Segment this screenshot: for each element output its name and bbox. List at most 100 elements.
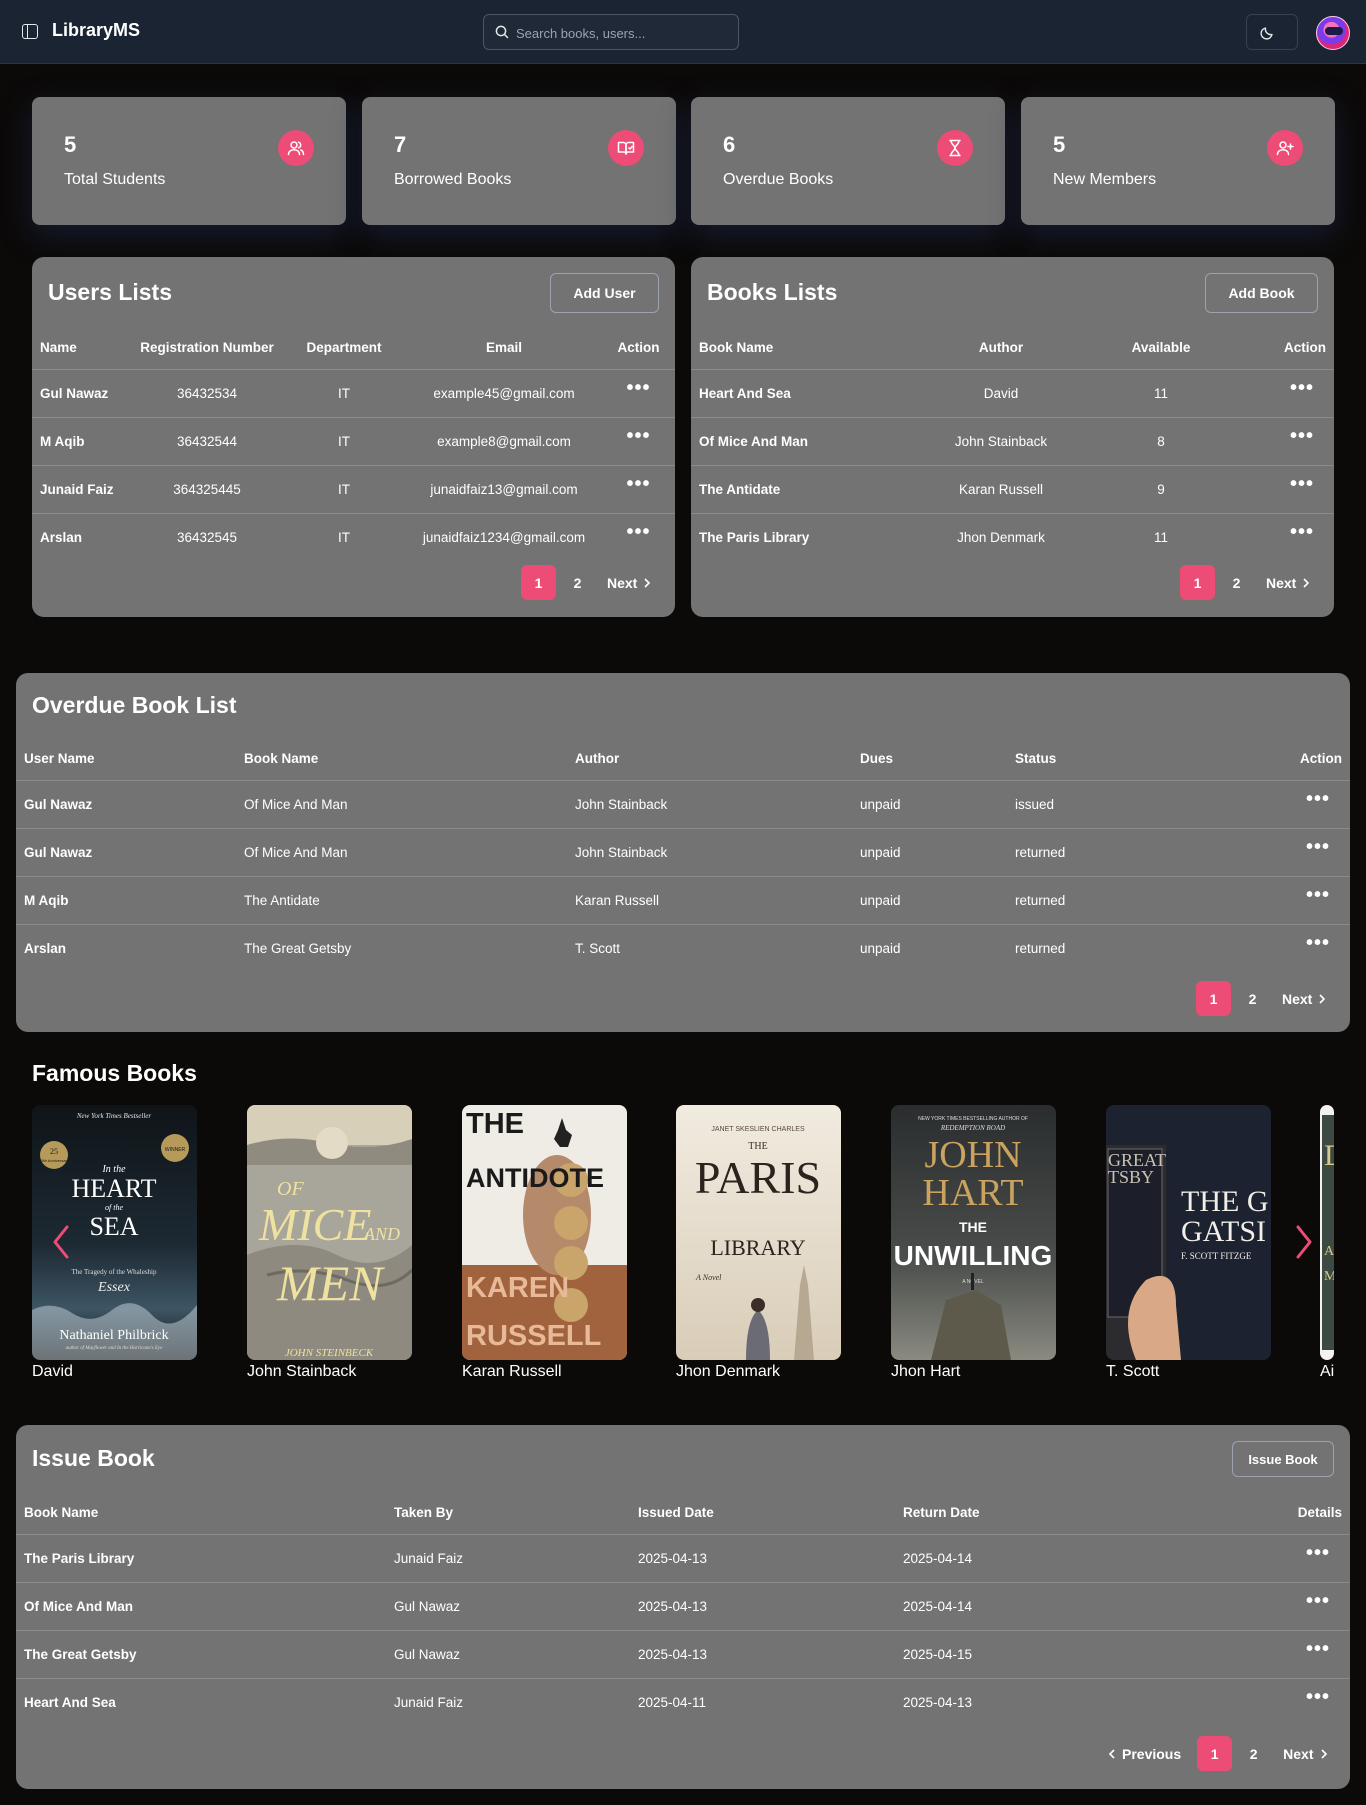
overdue-status: returned (1015, 828, 1215, 877)
more-actions-icon[interactable]: ••• (1290, 378, 1314, 398)
issue-book-name: The Great Getsby (16, 1630, 394, 1679)
overdue-dues: unpaid (860, 940, 901, 956)
cover-text: THE G (1181, 1185, 1268, 1218)
book-cover-of-mice-and-men[interactable]: OF MICE AND MEN JOHN STEINBECK (247, 1105, 412, 1360)
more-actions-icon[interactable]: ••• (1306, 837, 1330, 857)
table-row: Gul Nawaz 36432534 IT example45@gmail.co… (32, 369, 675, 418)
more-actions-icon[interactable]: ••• (1306, 933, 1330, 953)
issue-taken-by: Gul Nawaz (394, 1582, 638, 1631)
table-row: Arslan The Great Getsby T. Scott unpaid … (16, 924, 1350, 972)
next-page-button[interactable]: Next (1266, 575, 1310, 591)
column-header: Taken By (394, 1492, 638, 1535)
page-button[interactable]: 2 (1219, 565, 1254, 600)
page-button[interactable]: 1 (521, 565, 556, 600)
add-user-button[interactable]: Add User (550, 273, 659, 313)
overdue-user: Gul Nawaz (16, 828, 244, 877)
book-author: David (881, 369, 1121, 418)
user-dept: IT (282, 417, 406, 466)
cover-text: F. SCOTT FITZGE (1181, 1251, 1252, 1261)
cover-text: A Novel (695, 1273, 722, 1282)
users-list-panel: Users Lists Add User Name Registration N… (32, 257, 675, 617)
cover-text: HEART (71, 1174, 156, 1203)
table-row: Gul Nawaz Of Mice And Man John Stainback… (16, 780, 1350, 829)
page-button[interactable]: 1 (1196, 981, 1231, 1016)
cover-text: KAREN (466, 1272, 569, 1304)
next-page-button[interactable]: Next (607, 575, 651, 591)
issue-issued-date: 2025-04-13 (638, 1582, 903, 1631)
cover-text: UNWILLING (894, 1240, 1053, 1271)
column-header: Author (881, 327, 1121, 370)
users-icon (278, 130, 314, 166)
overdue-author: John Stainback (575, 780, 860, 829)
cover-text: TSBY (1108, 1167, 1154, 1187)
more-actions-icon[interactable]: ••• (1306, 885, 1330, 905)
next-page-button[interactable]: Next (1283, 1746, 1327, 1762)
cover-text: REDEMPTION ROAD (940, 1124, 1005, 1132)
more-actions-icon[interactable]: ••• (1306, 1639, 1330, 1659)
page-button[interactable]: 1 (1197, 1736, 1233, 1771)
more-actions-icon[interactable]: ••• (626, 426, 650, 446)
column-header: Dues (860, 738, 1015, 781)
theme-toggle-button[interactable] (1246, 14, 1298, 50)
table-row: Heart And Sea Junaid Faiz 2025-04-11 202… (16, 1678, 1350, 1726)
overdue-status: issued (1015, 780, 1215, 829)
stat-value: 5 (64, 132, 77, 157)
search-box[interactable] (483, 14, 739, 50)
book-cover-the-antidote[interactable]: THE ANTIDOTE KAREN RUSSELL (462, 1105, 627, 1360)
chevron-right-icon (1320, 1748, 1327, 1759)
user-avatar[interactable] (1316, 16, 1350, 50)
famous-books-title: Famous Books (32, 1060, 197, 1086)
book-cover-the-unwilling[interactable]: NEW YORK TIMES BESTSELLING AUTHOR OF RED… (891, 1105, 1056, 1360)
more-actions-icon[interactable]: ••• (1290, 474, 1314, 494)
cover-text: THE (959, 1219, 987, 1235)
overdue-table: User Name Book Name Author Dues Status A… (16, 738, 1350, 972)
cover-text: Nathaniel Philbrick (59, 1328, 168, 1343)
column-header: Email (406, 327, 602, 370)
more-actions-icon[interactable]: ••• (1290, 522, 1314, 542)
cover-text: JOHN STEINBECK (285, 1347, 374, 1359)
overdue-author: Karan Russell (575, 876, 860, 925)
overdue-user: Gul Nawaz (16, 780, 244, 829)
more-actions-icon[interactable]: ••• (626, 378, 650, 398)
book-author-label: T. Scott (1106, 1363, 1160, 1380)
next-label: Next (1282, 990, 1313, 1007)
column-header: Action (1201, 327, 1334, 370)
search-input[interactable] (516, 22, 731, 44)
book-cover-the-paris-library[interactable]: JANET SKESLIEN CHARLES THE PARIS LIBRARY… (676, 1105, 841, 1360)
issue-book-button[interactable]: Issue Book (1232, 1441, 1334, 1477)
page-button[interactable]: 1 (1180, 565, 1215, 600)
table-header-row: Name Registration Number Department Emai… (32, 327, 675, 370)
column-header: Book Name (244, 738, 575, 781)
user-name: M Aqib (32, 417, 132, 466)
book-cover-the-great-gatsby[interactable]: GREAT TSBY THE G GATSI F. SCOTT FITZGE (1106, 1105, 1271, 1360)
cover-text: GATSI (1181, 1215, 1266, 1248)
carousel-prev-icon[interactable] (52, 1225, 70, 1259)
more-actions-icon[interactable]: ••• (1306, 1543, 1330, 1563)
overdue-user: Arslan (24, 940, 67, 956)
app-brand[interactable]: LibraryMS (52, 20, 140, 41)
sidebar-toggle-icon[interactable] (22, 24, 38, 39)
user-plus-icon (1267, 130, 1303, 166)
cover-text: 25th Anniversary (39, 1158, 69, 1163)
more-actions-icon[interactable]: ••• (1306, 789, 1330, 809)
page-button[interactable]: 2 (1235, 981, 1270, 1016)
carousel-next-icon[interactable] (1295, 1225, 1313, 1259)
add-book-button[interactable]: Add Book (1205, 273, 1318, 313)
more-actions-icon[interactable]: ••• (1290, 426, 1314, 446)
previous-page-button[interactable]: Previous (1108, 1746, 1181, 1762)
cover-text: New York Times Bestseller (76, 1112, 151, 1120)
more-actions-icon[interactable]: ••• (626, 522, 650, 542)
table-header-row: Book Name Taken By Issued Date Return Da… (16, 1492, 1350, 1535)
more-actions-icon[interactable]: ••• (1306, 1591, 1330, 1611)
cover-text: HART (922, 1172, 1023, 1214)
page-button[interactable]: 2 (1236, 1736, 1271, 1771)
column-header: Book Name (16, 1492, 394, 1535)
book-cover-partial[interactable]: D A M (1320, 1105, 1334, 1360)
page-button[interactable]: 2 (560, 565, 595, 600)
next-page-button[interactable]: Next (1282, 991, 1326, 1007)
hourglass-icon (937, 130, 973, 166)
cover-text: ANTIDOTE (466, 1163, 604, 1193)
book-open-icon (608, 130, 644, 166)
more-actions-icon[interactable]: ••• (626, 474, 650, 494)
more-actions-icon[interactable]: ••• (1306, 1687, 1330, 1707)
